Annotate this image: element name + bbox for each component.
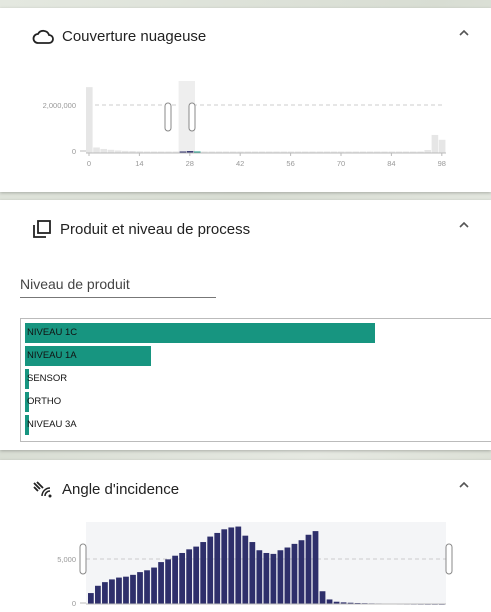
cloud-cover-panel: Couverture nuageuse 2,000,000 0 0 14 28 42 5…: [0, 8, 491, 192]
product-level-item[interactable]: NIVEAU 3A: [25, 415, 77, 435]
product-level-item[interactable]: ORTHO: [25, 392, 61, 412]
histogram-bar: [158, 562, 164, 604]
histogram-bar: [221, 529, 228, 604]
chevron-up-icon[interactable]: [457, 480, 471, 490]
histogram-bar: [93, 147, 100, 153]
histogram-bar: [109, 579, 115, 604]
product-level-bar: [25, 323, 375, 343]
histogram-bar: [438, 139, 446, 153]
cloud-icon: [32, 29, 54, 44]
layers-icon: [33, 220, 51, 238]
x-tick-label: 84: [387, 159, 395, 168]
histogram-bar: [291, 543, 298, 604]
histogram-bar: [256, 550, 263, 604]
histogram-bar: [144, 570, 150, 604]
histogram-bar: [100, 148, 108, 153]
x-tick-label: 56: [286, 159, 294, 168]
histogram-bar: [319, 591, 326, 604]
histogram-bar: [284, 547, 291, 604]
product-level-title: Produit et niveau de process: [60, 220, 251, 238]
range-handle-right[interactable]: [445, 543, 453, 575]
histogram-bar: [95, 585, 101, 604]
cloud-cover-title: Couverture nuageuse: [62, 28, 207, 45]
cloud-cover-header[interactable]: Couverture nuageuse: [32, 28, 206, 45]
product-level-item[interactable]: SENSOR: [25, 369, 67, 389]
satellite-angle-icon: [33, 481, 52, 498]
product-level-label: ORTHO: [27, 396, 62, 407]
histogram-bar: [263, 552, 270, 604]
incidence-angle-panel: Angle d'incidence 5,000 0: [0, 460, 491, 612]
product-level-item[interactable]: NIVEAU 1C: [25, 323, 375, 343]
histogram-bar: [277, 550, 284, 604]
histogram-bar: [200, 542, 207, 604]
range-handle-right[interactable]: [188, 102, 196, 132]
histogram-bar: [249, 542, 256, 604]
histogram-bar: [207, 536, 214, 604]
histogram-bar: [137, 572, 143, 604]
x-tick-label: 98: [438, 159, 446, 168]
histogram-bar: [151, 567, 157, 604]
product-level-label: NIVEAU 1A: [27, 350, 77, 361]
product-level-header[interactable]: Produit et niveau de process: [32, 220, 250, 238]
x-tick-label: 0: [87, 159, 91, 168]
x-tick-label: 70: [337, 159, 345, 168]
histogram-bar: [86, 87, 93, 153]
product-level-label: SENSOR: [27, 373, 68, 384]
chevron-up-icon[interactable]: [457, 28, 471, 38]
y-tick-label: 0: [72, 147, 76, 156]
histogram-bar: [298, 540, 305, 604]
product-level-field[interactable]: Niveau de produit: [20, 276, 216, 298]
product-level-list: NIVEAU 1C NIVEAU 1A SENSOR ORTHO NIVEAU 3A: [20, 318, 491, 442]
product-level-item[interactable]: NIVEAU 1A: [25, 346, 151, 366]
histogram-bar: [123, 576, 129, 604]
product-level-label: NIVEAU 3A: [27, 419, 77, 430]
histogram-bar: [116, 577, 122, 604]
y-tick-label: 0: [72, 599, 76, 608]
histogram-bar: [312, 531, 319, 604]
incidence-angle-histogram[interactable]: 5,000 0: [0, 522, 491, 612]
histogram-bar: [228, 527, 235, 604]
histogram-bar: [235, 526, 242, 604]
histogram-bar: [172, 555, 178, 604]
x-tick-label: 28: [186, 159, 194, 168]
incidence-angle-header[interactable]: Angle d'incidence: [32, 480, 179, 498]
histogram-bar: [193, 546, 200, 604]
range-handle-left[interactable]: [79, 543, 87, 575]
y-tick-label: 2,000,000: [43, 101, 76, 110]
histogram-bar: [270, 553, 277, 604]
chevron-up-icon[interactable]: [457, 220, 471, 230]
histogram-bar: [305, 534, 312, 604]
histogram-bar: [88, 593, 94, 604]
histogram-bar: [186, 549, 193, 604]
cloud-cover-histogram[interactable]: 2,000,000 0 0 14 28 42 56 70 84 98: [0, 68, 491, 183]
histogram-bar: [102, 582, 108, 604]
histogram-bar: [326, 599, 333, 604]
histogram-bar: [165, 559, 171, 604]
range-handle-left[interactable]: [164, 102, 172, 132]
histogram-bar: [130, 574, 136, 604]
y-tick-label: 5,000: [57, 555, 76, 564]
histogram-bar: [242, 535, 249, 604]
product-level-label: NIVEAU 1C: [27, 327, 78, 338]
product-level-panel: Produit et niveau de process Niveau de p…: [0, 200, 491, 450]
histogram-bar: [179, 552, 186, 604]
x-tick-label: 42: [236, 159, 244, 168]
histogram-bar: [431, 134, 439, 153]
histogram-bar: [214, 532, 221, 604]
x-tick-label: 14: [135, 159, 143, 168]
incidence-angle-title: Angle d'incidence: [62, 480, 180, 498]
